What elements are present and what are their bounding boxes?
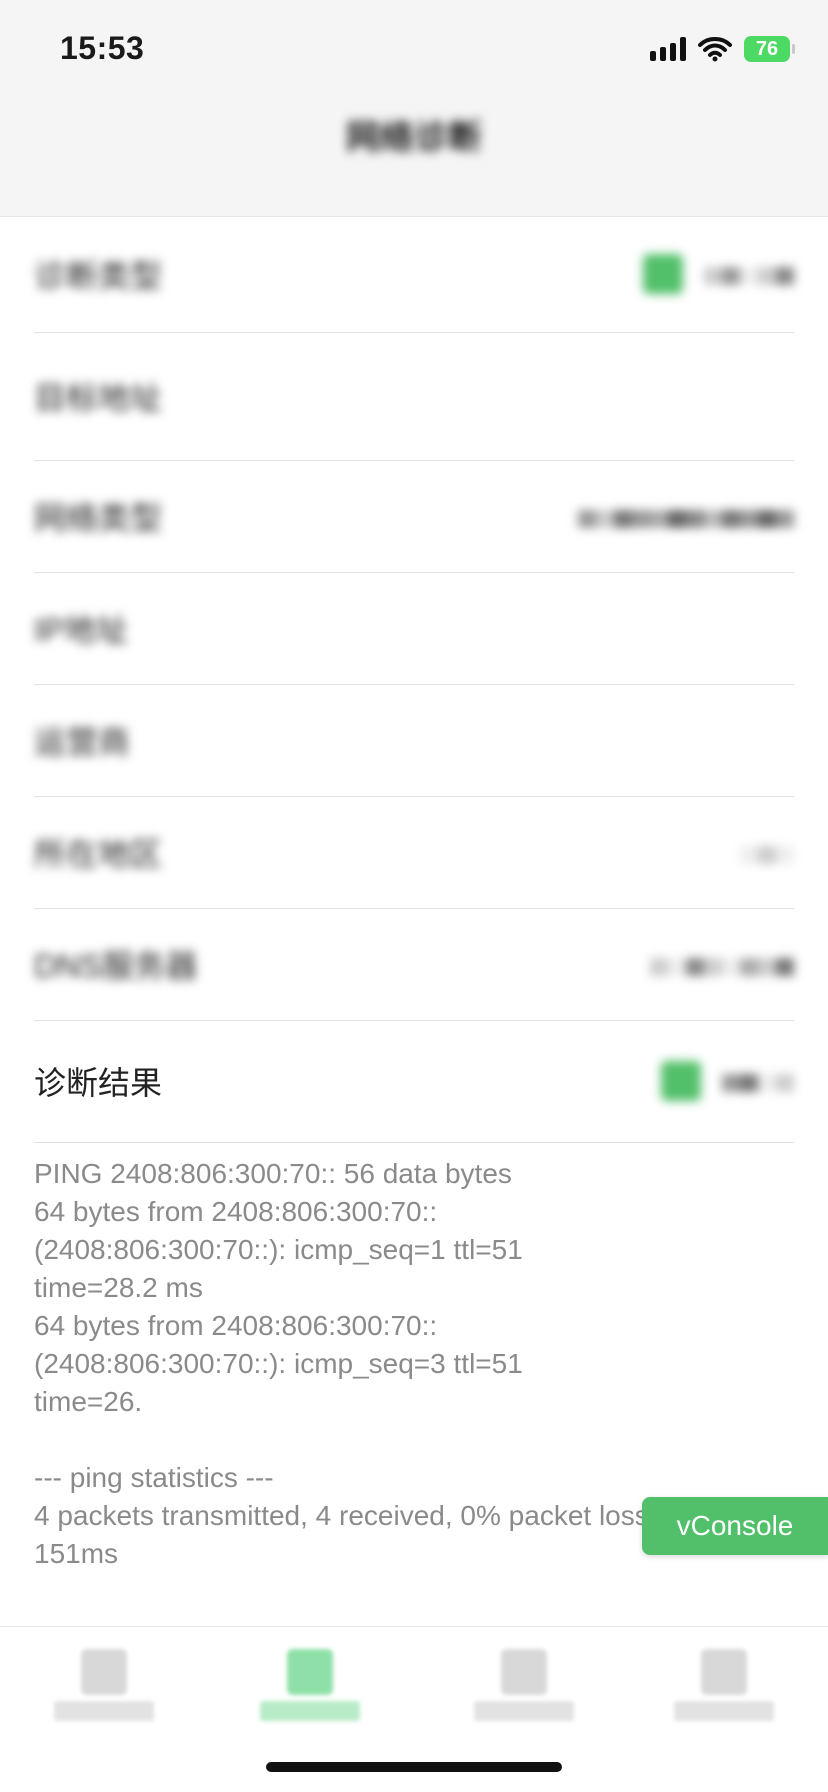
status-icons: 76 [650,36,795,62]
tab-4-icon [701,1649,747,1695]
tab-2-label [260,1701,360,1721]
tab-3[interactable] [454,1635,594,1735]
row-value [578,496,794,535]
tab-1-icon [81,1649,127,1695]
home-indicator [266,1762,562,1772]
status-icon [661,1061,702,1102]
row-value-mosaic [722,1063,794,1100]
row-diagnose-type[interactable]: 诊断类型 [34,216,794,333]
battery-icon: 76 [744,36,795,62]
status-icon [643,254,684,295]
vconsole-button[interactable]: vConsole [642,1497,828,1555]
tab-1-label [54,1701,154,1721]
row-dns[interactable]: DNS服务器 [34,908,794,1021]
row-label: 诊断结果 [34,1065,163,1101]
row-region[interactable]: 所在地区 [34,796,794,909]
tab-3-label [474,1701,574,1721]
tab-4[interactable] [654,1635,794,1735]
row-label: 目标地址 [34,380,163,416]
row-ip-address[interactable]: IP地址 [34,572,794,685]
tab-2[interactable] [240,1635,380,1735]
row-label: 所在地区 [34,836,163,872]
row-value-mosaic [704,256,794,293]
row-value [643,254,794,295]
row-label: 网络类型 [34,500,163,536]
status-time: 15:53 [60,30,145,66]
row-result[interactable]: 诊断结果 [34,1020,794,1143]
row-value [740,832,794,871]
tab-1[interactable] [34,1635,174,1735]
row-label: IP地址 [34,612,129,648]
row-value [650,944,794,983]
wifi-icon [698,37,732,62]
row-value-mosaic [650,947,794,984]
row-network-type[interactable]: 网络类型 [34,460,794,573]
screen: 15:53 76 网络诊断 诊断类型 目标地址 网络类型 IP地址 运营商 所在… [0,0,828,1792]
row-value [661,1061,794,1102]
row-isp[interactable]: 运营商 [34,684,794,797]
row-label: 运营商 [34,724,131,760]
tab-4-label [674,1701,774,1721]
row-value-mosaic [578,499,794,536]
row-target-address[interactable]: 目标地址 [34,332,794,461]
page-title: 网络诊断 [346,119,482,157]
top-area: 15:53 76 网络诊断 [0,0,828,217]
tab-3-icon [501,1649,547,1695]
cellular-signal-icon [650,37,686,61]
tab-2-icon [287,1649,333,1695]
row-value-mosaic [740,835,794,872]
row-label: DNS服务器 [34,948,198,984]
row-label: 诊断类型 [34,258,163,294]
